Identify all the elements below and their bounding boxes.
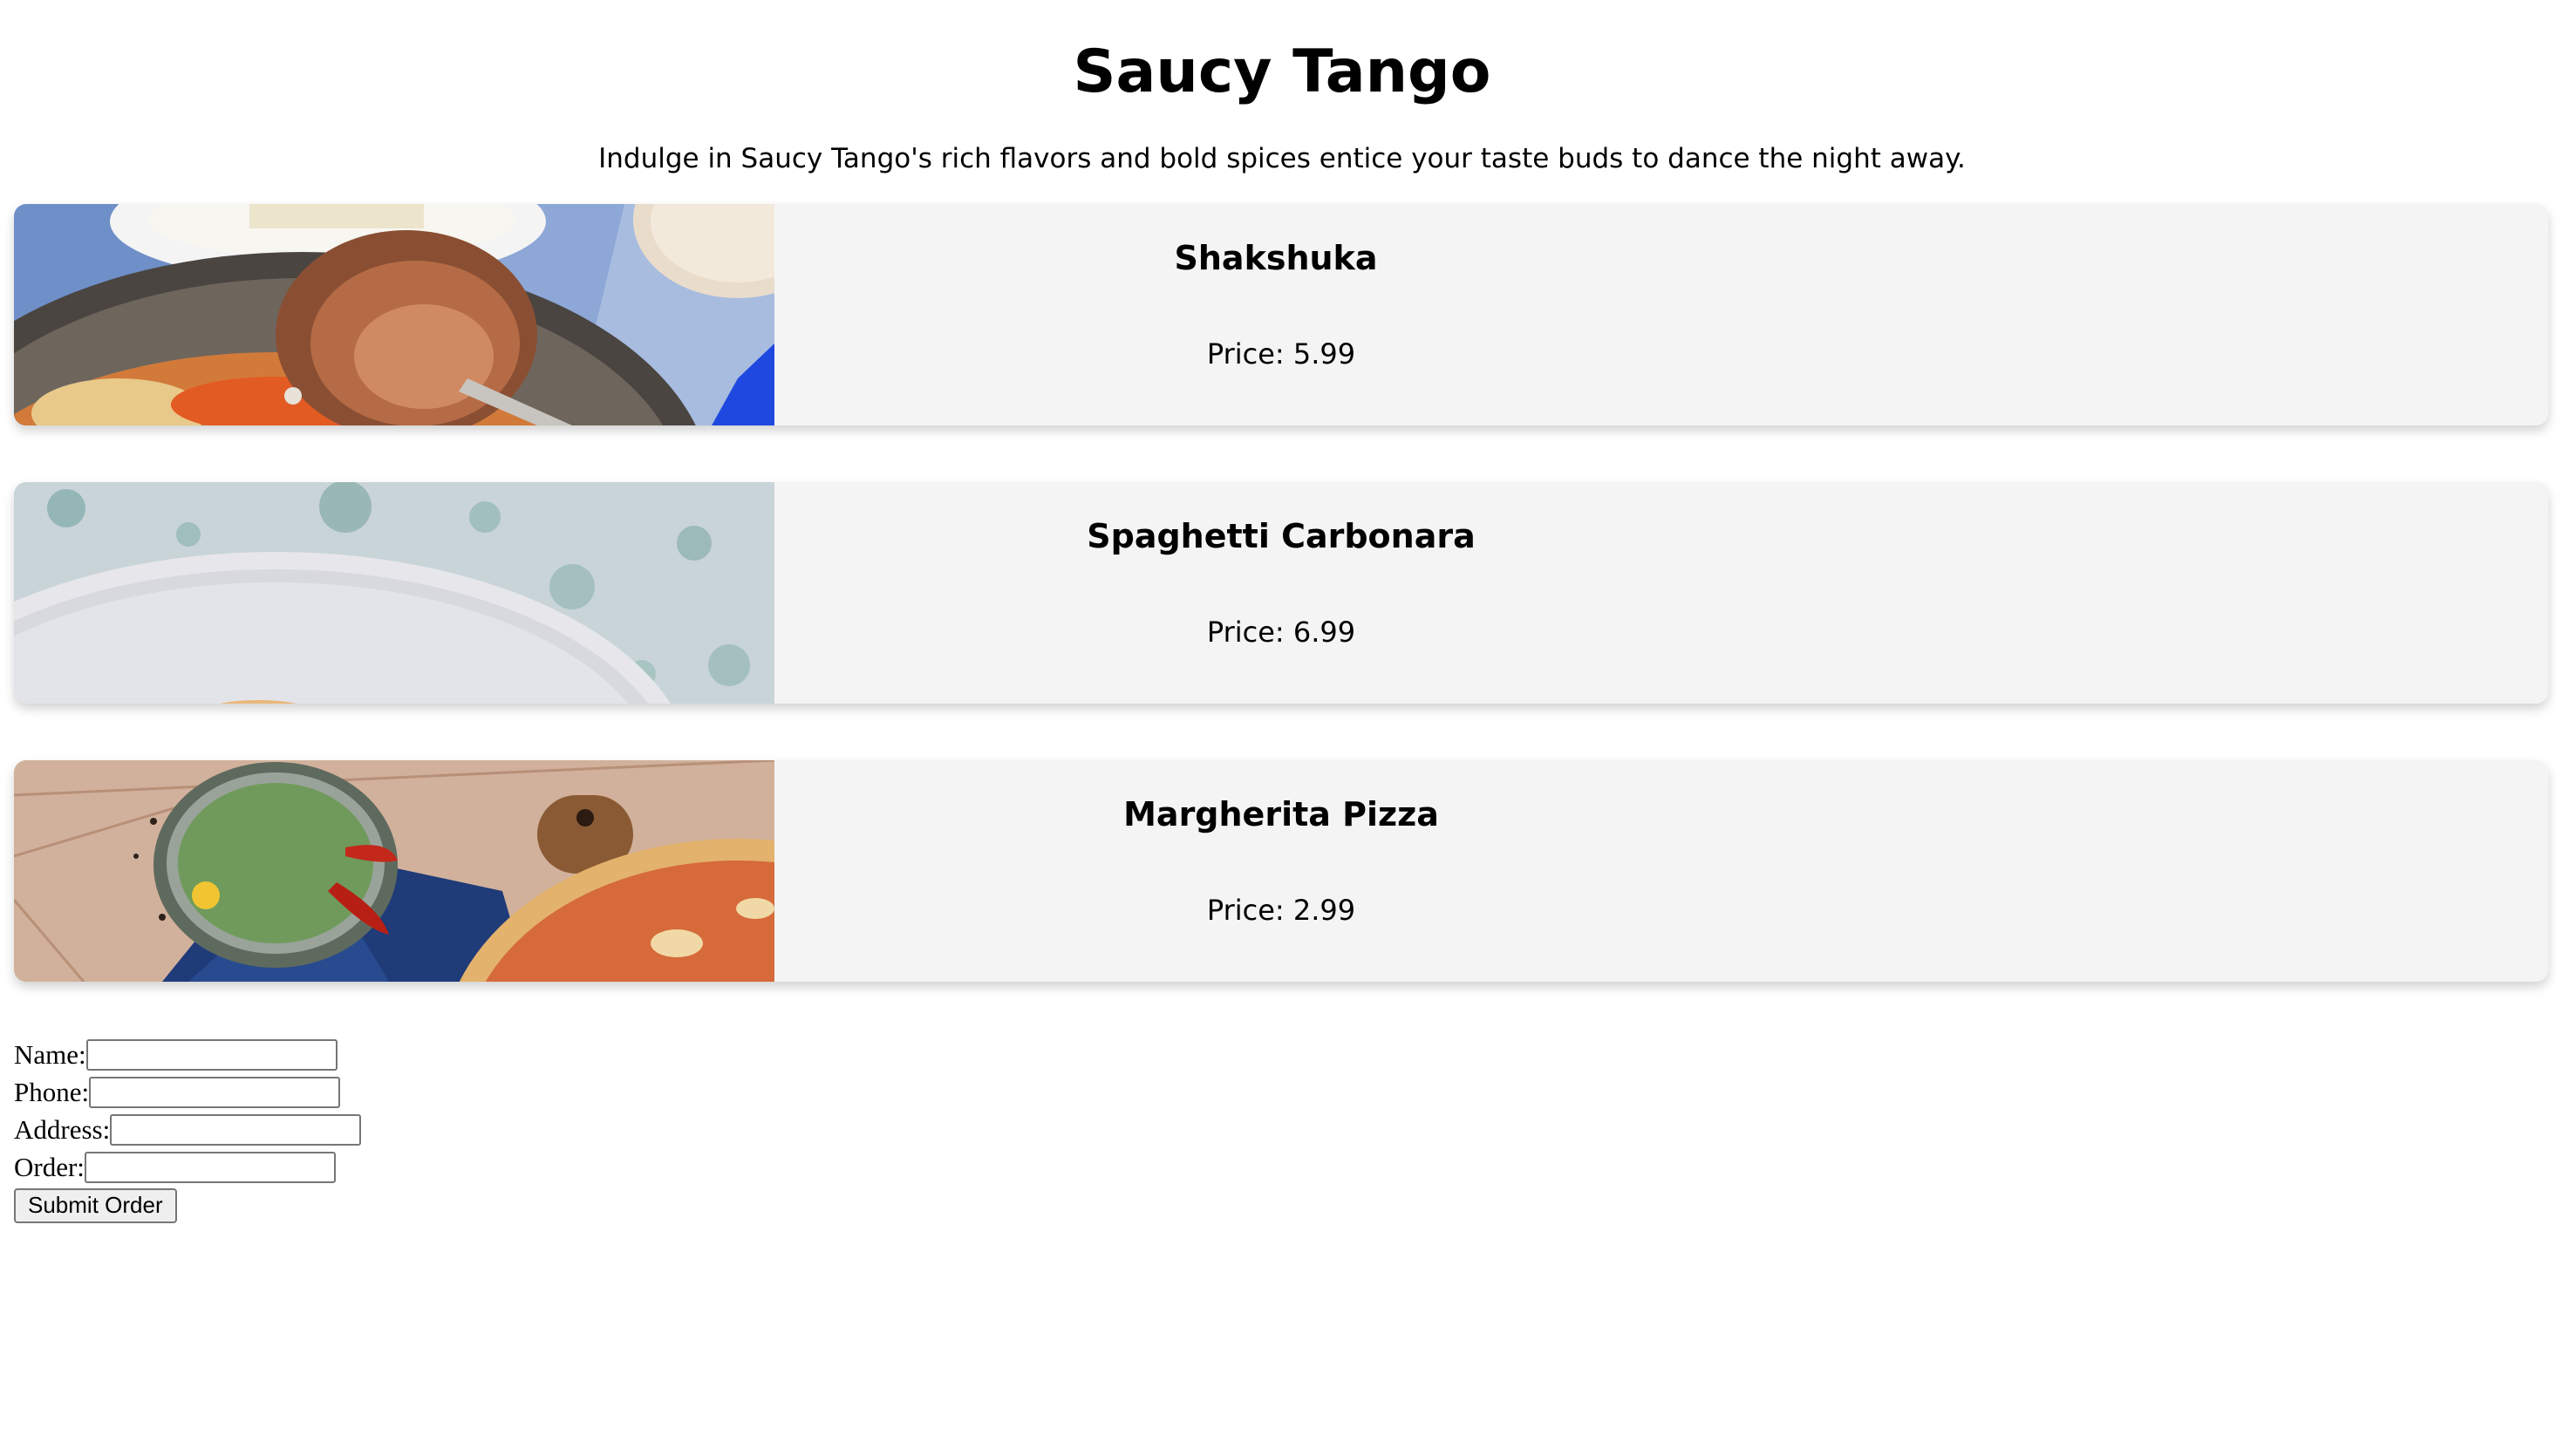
phone-input[interactable] <box>89 1076 341 1108</box>
menu-item-price: Price: 2.99 <box>1206 894 1356 927</box>
menu-item-price: Price: 6.99 <box>1206 616 1356 649</box>
name-row: Name: <box>14 1036 624 1073</box>
name-input[interactable] <box>85 1038 338 1071</box>
order-input[interactable] <box>84 1151 336 1183</box>
menu-card-spaghetti-carbonara: Spaghetti Carbonara Price: 6.99 <box>14 482 2548 704</box>
menu-page: Saucy Tango Indulge in Saucy Tango's ric… <box>0 0 2564 1456</box>
phone-row: Phone: <box>14 1073 624 1111</box>
page-title: Saucy Tango <box>1073 37 1491 106</box>
menu-item-name: Spaghetti Carbonara <box>1087 517 1476 555</box>
address-input[interactable] <box>110 1113 362 1146</box>
address-label: Address: <box>14 1114 111 1145</box>
submit-row: Submit Order <box>14 1186 624 1225</box>
order-label: Order: <box>14 1152 85 1182</box>
order-row: Order: <box>14 1148 624 1186</box>
menu-item-price: Price: 5.99 <box>1206 337 1356 371</box>
menu-card-margherita-pizza: Margherita Pizza Price: 2.99 <box>14 760 2548 982</box>
phone-label: Phone: <box>14 1077 90 1107</box>
address-row: Address: <box>14 1111 624 1148</box>
submit-order-button[interactable]: Submit Order <box>14 1187 177 1223</box>
menu-item-name: Margherita Pizza <box>1123 795 1439 833</box>
menu-card-shakshuka: Shakshuka Price: 5.99 <box>14 204 2548 425</box>
order-form: Name: Phone: Address: Order: Submit Orde… <box>14 1036 624 1225</box>
name-label: Name: <box>14 1039 86 1070</box>
page-tagline: Indulge in Saucy Tango's rich flavors an… <box>598 143 1966 174</box>
menu-item-name: Shakshuka <box>1174 239 1378 277</box>
